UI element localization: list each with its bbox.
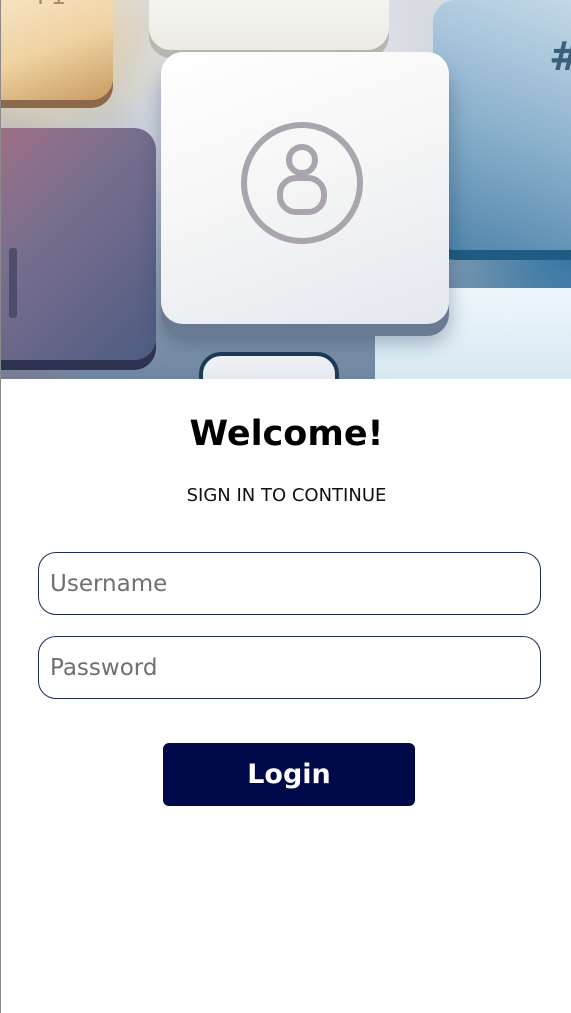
key-right-label: # <box>549 34 571 80</box>
password-input[interactable] <box>38 636 541 699</box>
key-f1-label: F1 <box>37 0 66 10</box>
welcome-title: Welcome! <box>189 414 384 454</box>
username-input[interactable] <box>38 552 541 615</box>
keyboard-key-left <box>1 128 156 360</box>
hero-keyboard-image: F1 # <box>1 0 571 379</box>
login-screen: F1 # Welcome! SIGN IN TO CONTINUE Login <box>0 0 571 1013</box>
keyboard-key-user <box>161 52 449 324</box>
sign-in-subtitle: SIGN IN TO CONTINUE <box>186 485 387 506</box>
keyboard-key-top <box>149 0 389 50</box>
login-button[interactable]: Login <box>163 743 415 806</box>
key-left-mark <box>9 248 17 318</box>
keyboard-key-right: # <box>433 0 571 250</box>
keyboard-key-f1: F1 <box>1 0 113 100</box>
keyboard-key-bottom-mid <box>199 352 339 379</box>
user-circle-icon <box>241 122 363 244</box>
